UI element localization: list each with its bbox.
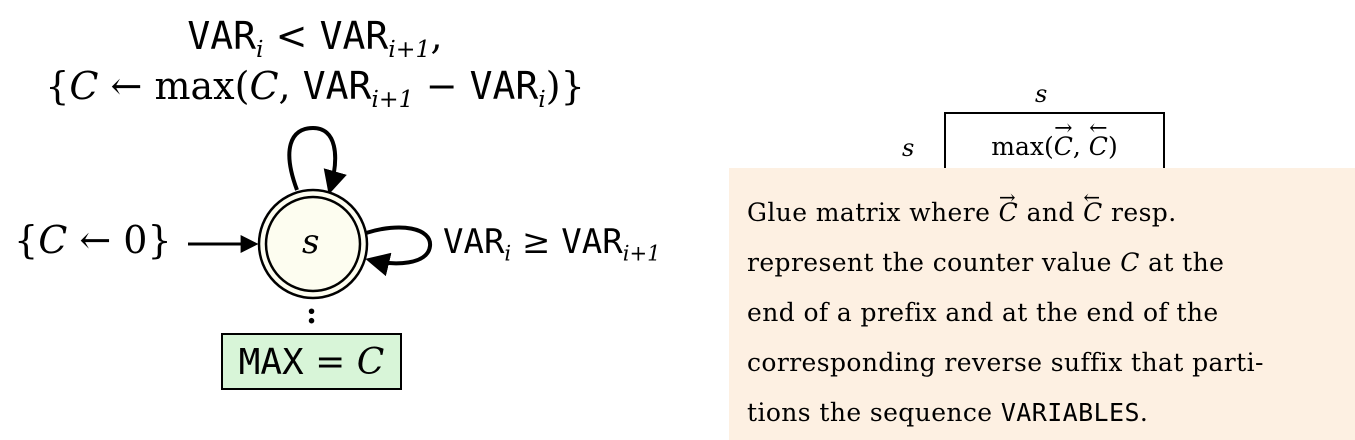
right-loop-guard-label: VARi ≥ VARi+1 [443,222,661,266]
caption-line-5: tions the sequence VARIABLES. [747,398,1149,427]
final-condition-box: MAX = C [221,333,402,390]
backward-counter: C [1081,172,1103,238]
caption-line-4: corresponding reverse suffix that parti- [747,348,1264,377]
initial-action-label: {C ← 0} [14,218,172,262]
top-self-loop-arrow [287,125,347,195]
final-dots: : [306,296,318,331]
caption-box: Glue matrix where C and C resp. represen… [729,168,1355,440]
loop-guard-label: VARi < VARi+1, [187,14,443,64]
matrix-cell: max(C, C) [944,96,1165,172]
loop-action-label: {C ← max(C, VARi+1 − VARi)} [45,64,585,114]
caption-line-1: Glue matrix where C and C resp. [747,172,1343,238]
caption-line-3: end of a prefix and at the end of the [747,298,1219,327]
matrix-column-label: s [1035,80,1048,108]
forward-counter: C [997,172,1019,238]
state-name: s [302,222,320,262]
matrix-row-label: s [902,134,915,162]
caption-line-2: represent the counter value C at the [747,248,1225,277]
right-self-loop-arrow [365,225,432,277]
